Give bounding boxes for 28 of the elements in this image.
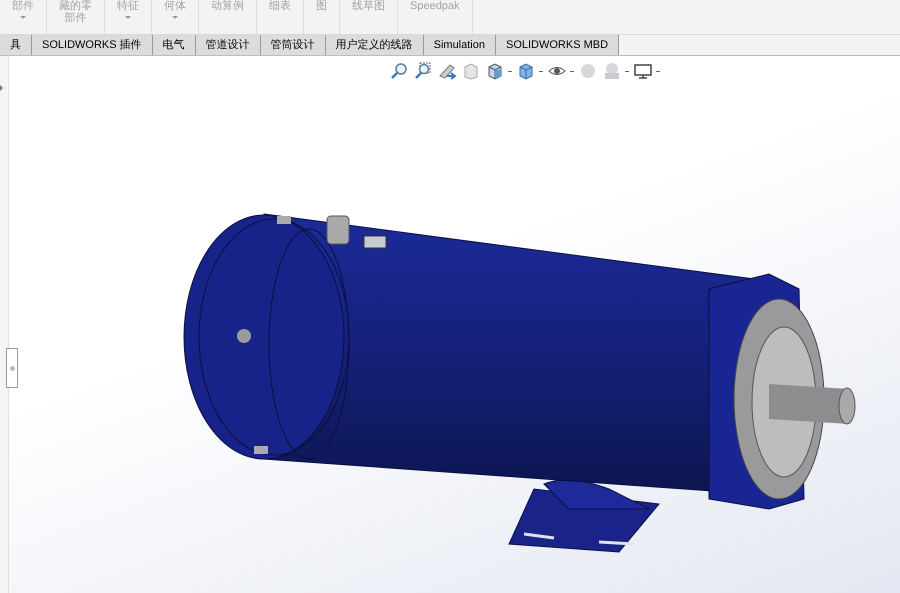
caret-icon[interactable] bbox=[625, 70, 629, 72]
collapse-arrow-icon[interactable] bbox=[0, 85, 3, 91]
tab[interactable]: 管筒设计 bbox=[260, 35, 326, 55]
ribbon-button[interactable]: 线草图 bbox=[340, 0, 398, 34]
tab[interactable]: SOLIDWORKS 插件 bbox=[32, 35, 153, 55]
ribbon-button-label: 藏的零 bbox=[59, 0, 92, 12]
ribbon-button[interactable]: 图 bbox=[304, 0, 340, 34]
caret-icon[interactable] bbox=[539, 70, 543, 72]
tab[interactable]: 具 bbox=[0, 35, 32, 55]
ribbon-button[interactable]: 部件 bbox=[0, 0, 47, 34]
ribbon-button[interactable]: 藏的零 部件 bbox=[47, 0, 105, 34]
ribbon-button[interactable]: 何体 bbox=[152, 0, 199, 34]
tab[interactable]: SOLIDWORKS MBD bbox=[496, 35, 620, 55]
ribbon-button[interactable]: 特征 bbox=[105, 0, 152, 34]
zoom-fit-icon[interactable] bbox=[389, 61, 409, 81]
tab[interactable]: Simulation bbox=[424, 35, 496, 55]
tab[interactable]: 管道设计 bbox=[196, 35, 261, 55]
tab[interactable]: 电气 bbox=[152, 35, 196, 55]
ribbon-button[interactable]: 动算例 bbox=[199, 0, 257, 34]
splitter-handle[interactable] bbox=[6, 348, 18, 388]
ribbon-button-label: 部件 bbox=[64, 12, 86, 24]
ribbon-button[interactable]: Speedpak bbox=[398, 0, 473, 34]
caret-icon[interactable] bbox=[656, 70, 660, 72]
caret-icon[interactable] bbox=[570, 70, 574, 72]
tab[interactable]: 用户定义的线路 bbox=[326, 35, 424, 55]
ribbon-button[interactable]: 细表 bbox=[257, 0, 304, 34]
caret-icon[interactable] bbox=[508, 70, 512, 72]
zoom-area-icon[interactable] bbox=[413, 61, 433, 81]
